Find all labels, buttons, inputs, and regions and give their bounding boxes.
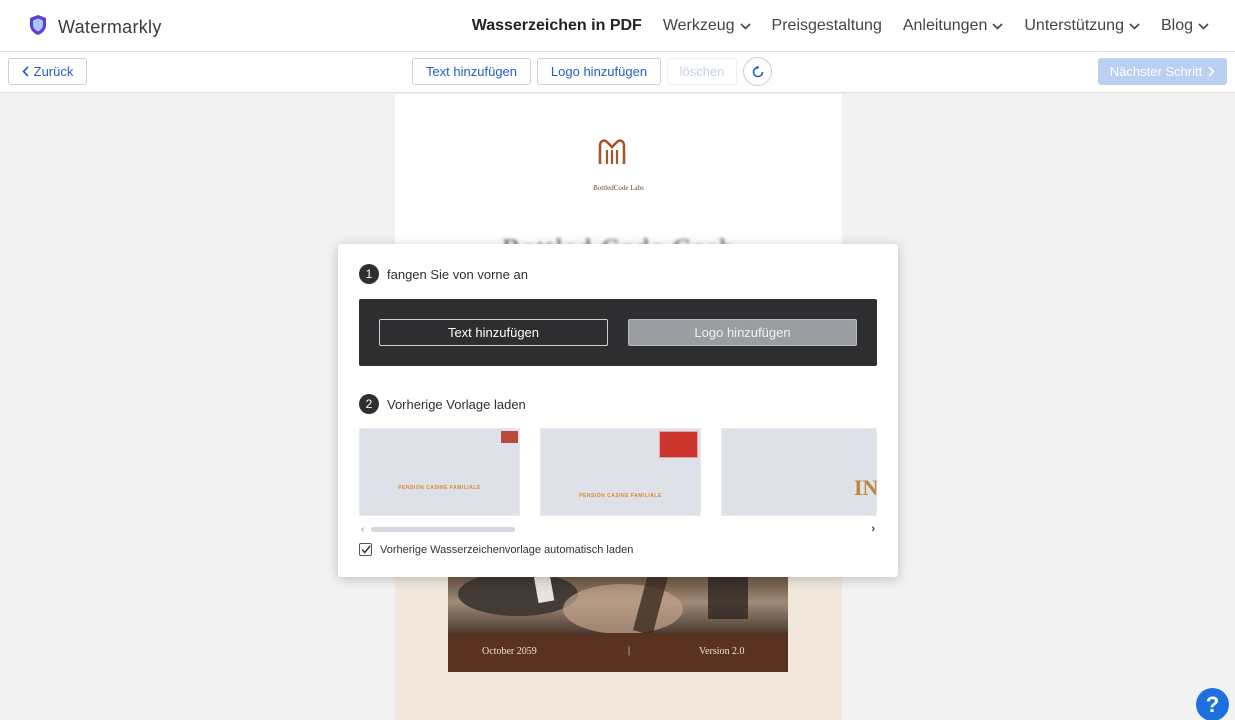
chevron-left-icon[interactable]: ‹ [361, 524, 364, 535]
document-brand-text: BottledCode Labs [593, 184, 644, 192]
add-text-button[interactable]: Text hinzufügen [412, 58, 531, 85]
template-thumbnail[interactable]: PENSION CASINE FAMILIALE [359, 428, 520, 516]
main-nav: Wasserzeichen in PDF Werkzeug Preisgesta… [451, 0, 1209, 52]
help-button[interactable]: ? [1196, 688, 1229, 720]
nav-item-anleitungen[interactable]: Anleitungen [903, 17, 1004, 35]
checkmark-icon [360, 545, 371, 554]
template-carousel: PENSION CASINE FAMILIALE PENSION CASINE … [359, 428, 877, 516]
chevron-right-icon[interactable]: › [871, 523, 875, 535]
start-dialog: 1 fangen Sie von vorne an Text hinzufüge… [338, 244, 898, 577]
nav-label: Preisgestaltung [771, 17, 882, 34]
template-thumbnail[interactable]: PENSION CASINE FAMILIALE [540, 428, 701, 516]
nav-item-wasserzeichen-pdf[interactable]: Wasserzeichen in PDF [472, 17, 642, 35]
dialog-add-logo-button[interactable]: Logo hinzufügen [628, 319, 857, 346]
back-label: Zurück [33, 64, 74, 79]
reset-button[interactable] [743, 57, 772, 86]
nav-label: Unterstützung [1024, 17, 1124, 34]
autoload-label: Vorherige Wasserzeichenvorlage automatis… [380, 543, 634, 556]
top-navbar: Watermarkly Wasserzeichen in PDF Werkzeu… [0, 0, 1235, 52]
brand-name: Watermarkly [58, 17, 162, 37]
shield-icon [28, 14, 48, 41]
template-logo-mark [501, 431, 518, 443]
help-icon: ? [1205, 691, 1220, 717]
template-watermark-text: PENSION CASINE FAMILIALE [398, 485, 481, 491]
template-watermark-text: PENSION CASINE FAMILIALE [579, 493, 662, 499]
chevron-down-icon [1198, 22, 1209, 30]
scrollbar-thumb[interactable] [371, 527, 515, 532]
add-logo-button[interactable]: Logo hinzufügen [537, 58, 661, 85]
nav-label: Werkzeug [662, 17, 735, 34]
step-label: fangen Sie von vorne an [387, 266, 528, 282]
step-number: 2 [359, 394, 379, 414]
dialog-add-text-button[interactable]: Text hinzufügen [379, 319, 608, 346]
next-label: Nächster Schritt [1109, 64, 1203, 79]
footer-separator: | [628, 645, 631, 656]
chevron-right-icon [1208, 66, 1215, 77]
step-two: 2 Vorherige Vorlage laden [359, 394, 526, 414]
delete-button[interactable]: löschen [667, 58, 737, 85]
editor-toolbar: Zurück Text hinzufügen Logo hinzufügen l… [0, 52, 1235, 93]
template-logo-mark [659, 431, 698, 458]
nav-label: Anleitungen [902, 17, 988, 34]
document-header: BottledCode Labs [395, 94, 842, 254]
footer-date: October 2059 [482, 646, 537, 657]
rotate-icon [752, 65, 763, 77]
brand-logo[interactable]: Watermarkly [28, 14, 162, 41]
chevron-left-icon [21, 66, 29, 77]
chevron-down-icon [1129, 22, 1140, 30]
step-one: 1 fangen Sie von vorne an [359, 264, 528, 284]
autoload-checkbox[interactable] [359, 543, 372, 556]
start-options-panel: Text hinzufügen Logo hinzufügen [359, 299, 877, 366]
step-label: Vorherige Vorlage laden [387, 396, 526, 412]
nav-label: Wasserzeichen in PDF [471, 17, 642, 34]
template-thumbnail[interactable]: IN [721, 428, 877, 516]
back-button[interactable]: Zurück [8, 58, 87, 85]
footer-version: Version 2.0 [699, 646, 745, 657]
step-number: 1 [359, 264, 379, 284]
nav-label: Blog [1160, 17, 1193, 34]
nav-item-unterstuetzung[interactable]: Unterstützung [1024, 17, 1140, 35]
document-footer: October 2059 | Version 2.0 [448, 633, 788, 672]
autoload-checkbox-row[interactable]: Vorherige Wasserzeichenvorlage automatis… [359, 543, 633, 556]
template-scrollbar[interactable]: ‹ › [359, 523, 877, 535]
document-logo-icon [597, 136, 627, 171]
chevron-down-icon [739, 22, 751, 30]
nav-item-preisgestaltung[interactable]: Preisgestaltung [772, 17, 882, 35]
nav-item-werkzeug[interactable]: Werkzeug [663, 17, 751, 35]
chevron-down-icon [992, 22, 1003, 30]
nav-item-blog[interactable]: Blog [1161, 17, 1209, 35]
template-monogram: IN [854, 475, 877, 500]
next-step-button[interactable]: Nächster Schritt [1098, 58, 1227, 85]
